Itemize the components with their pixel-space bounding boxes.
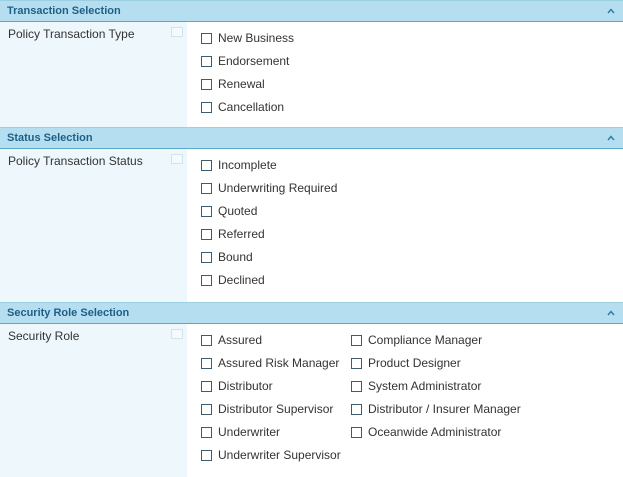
chevron-up-icon[interactable] [606, 133, 616, 143]
option-label: Distributor Supervisor [218, 402, 334, 416]
chevron-up-icon[interactable] [606, 308, 616, 318]
checkbox-box[interactable] [201, 32, 212, 44]
option-label: Endorsement [218, 54, 290, 68]
checkbox-assured[interactable]: Assured [201, 332, 262, 348]
checkbox-product-designer[interactable]: Product Designer [351, 355, 461, 371]
checkbox-distributor-supervisor[interactable]: Distributor Supervisor [201, 401, 333, 417]
help-icon[interactable] [171, 329, 183, 339]
options-column: Incomplete Underwriting Required Quoted … [187, 149, 623, 302]
checkbox-underwriting-required[interactable]: Underwriting Required [201, 180, 337, 196]
checkbox-box[interactable] [201, 334, 212, 346]
checkbox-distributor-insurer-manager[interactable]: Distributor / Insurer Manager [351, 401, 521, 417]
options-column: New Business Endorsement Renewal Cancell… [187, 22, 623, 127]
option-label: Distributor [218, 379, 273, 393]
option-label: Incomplete [218, 158, 277, 172]
checkbox-box[interactable] [201, 55, 212, 67]
checkbox-box[interactable] [201, 426, 212, 438]
field-label-column: Policy Transaction Type [0, 22, 187, 127]
security-role-selection-header[interactable]: Security Role Selection [0, 302, 623, 324]
option-label: Distributor / Insurer Manager [368, 402, 521, 416]
policy-transaction-type-label: Policy Transaction Type [8, 27, 135, 41]
option-label: Underwriting Required [218, 181, 338, 195]
option-label: Quoted [218, 204, 258, 218]
checkbox-box[interactable] [351, 403, 362, 415]
checkbox-box[interactable] [201, 159, 212, 171]
checkbox-system-administrator[interactable]: System Administrator [351, 378, 481, 394]
checkbox-declined[interactable]: Declined [201, 272, 265, 288]
checkbox-bound[interactable]: Bound [201, 249, 253, 265]
checkbox-new-business[interactable]: New Business [201, 30, 294, 46]
checkbox-underwriter-supervisor[interactable]: Underwriter Supervisor [201, 447, 341, 463]
checkbox-renewal[interactable]: Renewal [201, 76, 265, 92]
section-title: Transaction Selection [7, 5, 121, 17]
chevron-up-icon[interactable] [606, 6, 616, 16]
checkbox-box[interactable] [201, 228, 212, 240]
checkbox-oceanwide-administrator[interactable]: Oceanwide Administrator [351, 424, 501, 440]
status-selection-section: Status Selection Policy Transaction Stat… [0, 127, 623, 302]
section-title: Security Role Selection [7, 307, 130, 319]
section-title: Status Selection [7, 132, 93, 144]
option-label: Bound [218, 250, 253, 264]
checkbox-box[interactable] [201, 78, 212, 90]
checkbox-box[interactable] [201, 357, 212, 369]
checkbox-box[interactable] [201, 251, 212, 263]
checkbox-endorsement[interactable]: Endorsement [201, 53, 289, 69]
option-label: Declined [218, 273, 265, 287]
security-role-selection-section: Security Role Selection Security Role As… [0, 302, 623, 477]
checkbox-box[interactable] [201, 101, 212, 113]
option-label: Underwriter Supervisor [218, 448, 341, 462]
checkbox-box[interactable] [201, 403, 212, 415]
option-label: System Administrator [368, 379, 482, 393]
option-label: Renewal [218, 77, 265, 91]
option-label: Underwriter [218, 425, 281, 439]
option-label: New Business [218, 31, 295, 45]
transaction-selection-header[interactable]: Transaction Selection [0, 0, 623, 22]
checkbox-box[interactable] [351, 426, 362, 438]
checkbox-box[interactable] [351, 380, 362, 392]
checkbox-compliance-manager[interactable]: Compliance Manager [351, 332, 482, 348]
checkbox-cancellation[interactable]: Cancellation [201, 99, 284, 115]
option-label: Referred [218, 227, 265, 241]
checkbox-assured-risk-manager[interactable]: Assured Risk Manager [201, 355, 339, 371]
checkbox-distributor[interactable]: Distributor [201, 378, 273, 394]
checkbox-box[interactable] [201, 449, 212, 461]
option-label: Oceanwide Administrator [368, 425, 502, 439]
option-label: Cancellation [218, 100, 285, 114]
checkbox-box[interactable] [201, 380, 212, 392]
security-role-label: Security Role [8, 329, 80, 343]
checkbox-box[interactable] [201, 274, 212, 286]
checkbox-quoted[interactable]: Quoted [201, 203, 257, 219]
option-label: Compliance Manager [368, 333, 483, 347]
option-label: Product Designer [368, 356, 461, 370]
field-label-column: Security Role [0, 324, 187, 477]
policy-transaction-status-label: Policy Transaction Status [8, 154, 143, 168]
checkbox-box[interactable] [351, 334, 362, 346]
help-icon[interactable] [171, 154, 183, 164]
field-label-column: Policy Transaction Status [0, 149, 187, 302]
checkbox-underwriter[interactable]: Underwriter [201, 424, 280, 440]
option-label: Assured Risk Manager [218, 356, 340, 370]
checkbox-box[interactable] [201, 205, 212, 217]
transaction-selection-section: Transaction Selection Policy Transaction… [0, 0, 623, 127]
help-icon[interactable] [171, 27, 183, 37]
checkbox-referred[interactable]: Referred [201, 226, 265, 242]
option-label: Assured [218, 333, 263, 347]
checkbox-box[interactable] [351, 357, 362, 369]
options-column: Assured Assured Risk Manager Distributor… [187, 324, 623, 477]
status-selection-header[interactable]: Status Selection [0, 127, 623, 149]
checkbox-box[interactable] [201, 182, 212, 194]
checkbox-incomplete[interactable]: Incomplete [201, 157, 277, 173]
